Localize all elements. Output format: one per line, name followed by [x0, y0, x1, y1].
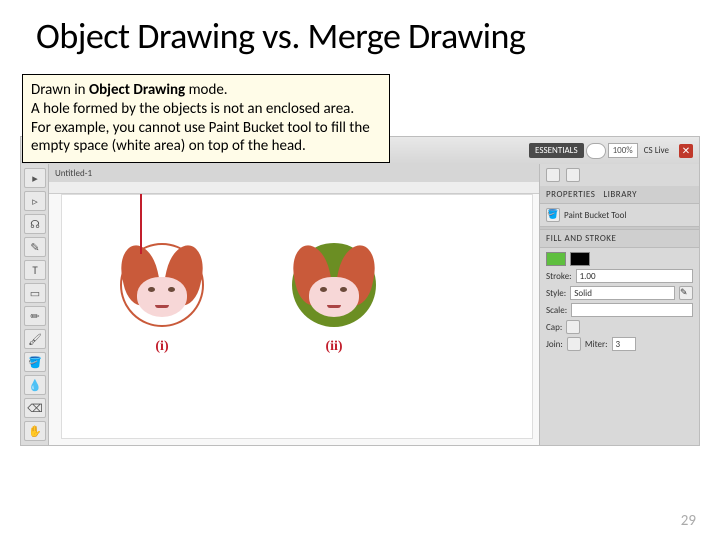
- mouth: [155, 305, 169, 308]
- face-object-drawing: (i): [120, 243, 204, 343]
- label-i: (i): [120, 339, 204, 355]
- ruler-horizontal: [49, 182, 539, 194]
- face-skin-ii: [309, 277, 359, 317]
- pencil-edit-icon[interactable]: ✎: [679, 286, 693, 300]
- fill-swatch[interactable]: [546, 252, 566, 266]
- panel-icon-row: [540, 164, 699, 186]
- eye-left: [148, 287, 155, 292]
- pencil-tool-icon[interactable]: ✏: [24, 306, 46, 326]
- cs-live-button[interactable]: CS Live: [640, 145, 673, 156]
- slide-title: Object Drawing vs. Merge Drawing: [36, 14, 700, 58]
- eye-right: [168, 287, 175, 292]
- stage[interactable]: (i) (ii): [61, 194, 533, 439]
- stroke-value-input[interactable]: 1.00: [576, 269, 693, 283]
- canvas-area: Untitled-1 (i): [49, 164, 539, 445]
- properties-panel-tabs: PROPERTIES LIBRARY: [540, 186, 699, 204]
- join-option-icon[interactable]: [567, 337, 581, 351]
- style-label: Style:: [546, 288, 566, 299]
- tool-name-label: Paint Bucket Tool: [564, 210, 626, 221]
- callout-line-3: For example, you cannot use Paint Bucket…: [31, 119, 381, 157]
- mouth-ii: [327, 305, 341, 308]
- brush-tool-icon[interactable]: 🖌: [24, 329, 46, 349]
- props-mini-icon[interactable]: [546, 168, 560, 182]
- library-tab[interactable]: LIBRARY: [603, 189, 637, 200]
- rect-tool-icon[interactable]: ▭: [24, 283, 46, 303]
- face-skin: [137, 277, 187, 317]
- app-body: ▸ ▹ ☊ ✎ T ▭ ✏ 🖌 🪣 💧 ⌫ ✋ Untitled-1: [21, 164, 699, 445]
- scale-label: Scale:: [546, 305, 567, 316]
- properties-panel-body: 🪣 Paint Bucket Tool: [540, 204, 699, 226]
- callout-box: Drawn in Object Drawing mode. A hole for…: [22, 74, 390, 163]
- eyedrop-tool-icon[interactable]: 💧: [24, 375, 46, 395]
- join-label: Join:: [546, 339, 563, 350]
- selection-tool-icon[interactable]: ▸: [24, 168, 46, 188]
- close-icon[interactable]: ✕: [679, 144, 693, 158]
- lasso-tool-icon[interactable]: ☊: [24, 214, 46, 234]
- text-tool-icon[interactable]: T: [24, 260, 46, 280]
- subselect-tool-icon[interactable]: ▹: [24, 191, 46, 211]
- bucket-icon: 🪣: [546, 208, 560, 222]
- flash-app-window: File Edit View Insert Modify ESSENTIALS …: [20, 136, 700, 446]
- eraser-tool-icon[interactable]: ⌫: [24, 398, 46, 418]
- fill-stroke-header: FILL AND STROKE: [540, 230, 699, 248]
- miter-input[interactable]: 3: [612, 337, 636, 351]
- tools-panel: ▸ ▹ ☊ ✎ T ▭ ✏ 🖌 🪣 💧 ⌫ ✋: [21, 164, 49, 445]
- fill-stroke-body: Stroke: 1.00 Style: Solid ✎ Scale: Cap:: [540, 248, 699, 355]
- tool-name-row: 🪣 Paint Bucket Tool: [546, 208, 693, 222]
- stroke-label: Stroke:: [546, 271, 572, 282]
- callout-line-2: A hole formed by the objects is not an e…: [31, 100, 381, 119]
- label-ii: (ii): [292, 339, 376, 355]
- zoom-input[interactable]: 100%: [608, 143, 638, 158]
- fill-stroke-title: FILL AND STROKE: [546, 233, 616, 244]
- style-dropdown[interactable]: Solid: [570, 286, 675, 300]
- stroke-swatch[interactable]: [570, 252, 590, 266]
- eye-left-ii: [320, 287, 327, 292]
- callout-leader-line: [140, 194, 142, 254]
- document-tab-bar: Untitled-1: [49, 164, 539, 182]
- callout-line-1b: Object Drawing: [89, 81, 185, 99]
- hand-tool-icon[interactable]: ✋: [24, 421, 46, 441]
- properties-tab[interactable]: PROPERTIES: [546, 189, 595, 200]
- bucket-tool-icon[interactable]: 🪣: [24, 352, 46, 372]
- eye-right-ii: [340, 287, 347, 292]
- cap-option-icon[interactable]: [566, 320, 580, 334]
- page-number: 29: [681, 512, 696, 530]
- miter-label: Miter:: [585, 339, 608, 350]
- cap-label: Cap:: [546, 322, 562, 333]
- search-field-icon[interactable]: [586, 143, 606, 159]
- lib-mini-icon[interactable]: [566, 168, 580, 182]
- callout-line-1c: mode.: [185, 81, 227, 99]
- document-tab[interactable]: Untitled-1: [55, 168, 92, 179]
- scale-dropdown[interactable]: [571, 303, 693, 317]
- callout-line-1a: Drawn in: [31, 81, 89, 99]
- callout-line-1: Drawn in Object Drawing mode.: [31, 81, 381, 100]
- workspace-dropdown[interactable]: ESSENTIALS: [529, 143, 584, 158]
- pen-tool-icon[interactable]: ✎: [24, 237, 46, 257]
- face-merge-drawing: (ii): [292, 243, 376, 343]
- right-panel-group: PROPERTIES LIBRARY 🪣 Paint Bucket Tool F…: [539, 164, 699, 445]
